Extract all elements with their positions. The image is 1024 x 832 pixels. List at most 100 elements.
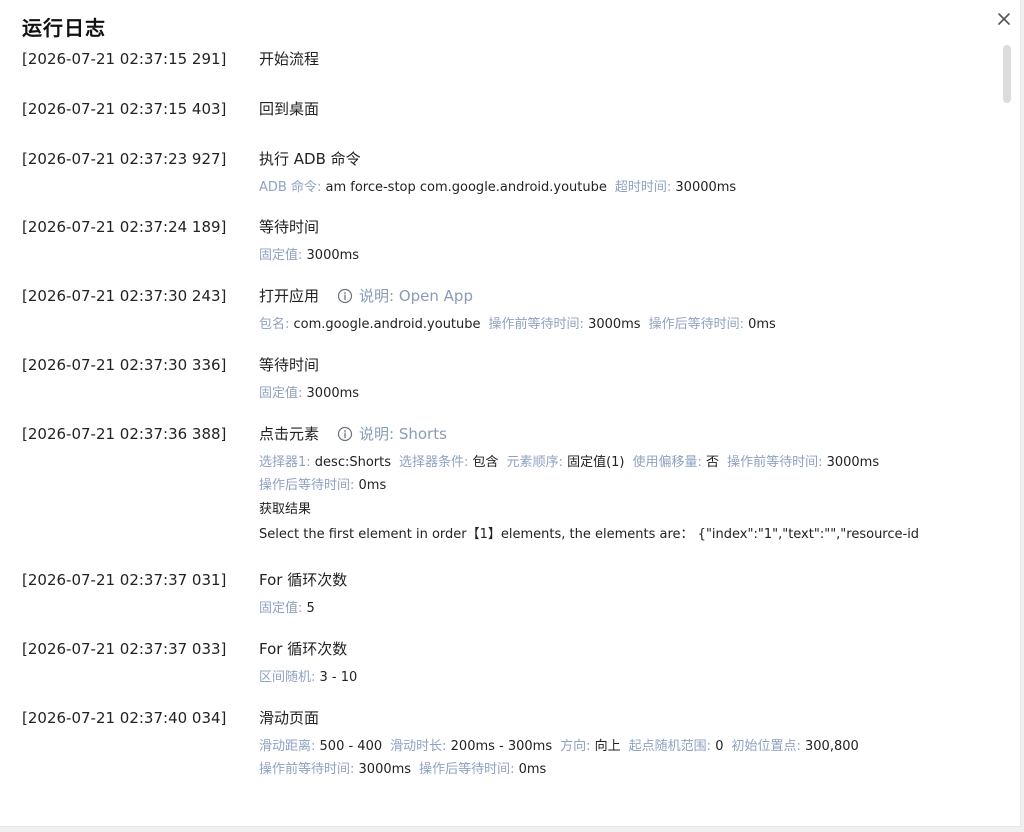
log-body: 点击元素 说明: Shorts 选择器1: desc:Shorts 选择器条件: 包含… [259,424,1000,570]
detail-key: 方向: [560,739,591,754]
log-body: 等待时间固定值: 3000ms [259,355,1000,424]
detail-key: 操作后等待时间: [648,317,744,332]
detail-key: 滑动距离: [259,739,316,754]
detail-value: 向上 [594,739,621,754]
detail-value: 0ms [518,762,547,777]
detail-key: 固定值: [259,601,303,616]
log-head: For 循环次数 [259,570,1000,590]
log-timestamp: [2026-07-21 02:37:23 927] [22,150,227,168]
detail-key: 选择器条件: [399,455,469,470]
log-action-title: 回到桌面 [259,100,320,118]
detail-key: ADB 命令: [259,180,322,195]
log-head: 滑动页面 [259,708,1000,728]
detail-value: 3 - 10 [319,670,358,685]
detail-key: 固定值: [259,248,303,263]
detail-value: com.google.android.youtube [293,317,481,332]
log-timestamp: [2026-07-21 02:37:24 189] [22,218,227,236]
scrollbar-thumb[interactable] [1003,45,1011,103]
log-entry: [2026-07-21 02:37:15 291] 开始流程 [0,49,1000,99]
log-detail-line1: 固定值: 3000ms [259,244,1000,267]
log-action-title: 等待时间 [259,356,320,374]
log-entry: [2026-07-21 02:37:15 403] 回到桌面 [0,99,1000,149]
detail-value: 200ms - 300ms [450,739,553,754]
log-timestamp: [2026-07-21 02:37:37 031] [22,571,227,589]
log-detail-line1: 固定值: 3000ms [259,382,1000,405]
dialog-title: 运行日志 [22,16,106,40]
detail-key: 操作前等待时间: [488,317,584,332]
detail-key: 操作前等待时间: [259,762,355,777]
detail-value: 300,800 [805,739,859,754]
log-timestamp: [2026-07-21 02:37:40 034] [22,709,227,727]
log-detail-line1: 选择器1: desc:Shorts 选择器条件: 包含 元素顺序: 固定值(1) 使用… [259,451,1000,474]
log-entry: [2026-07-21 02:37:24 189] 等待时间固定值: 3000ms [0,217,1000,286]
detail-value: 3000ms [306,248,360,263]
log-note-text: 说明: Open App [359,287,473,305]
log-body: 开始流程 [259,49,1000,99]
detail-value: 固定值(1) [567,455,625,470]
log-action-title: For 循环次数 [259,640,348,658]
log-entry: [2026-07-21 02:37:30 336] 等待时间固定值: 3000ms [0,355,1000,424]
log-timestamp: [2026-07-21 02:37:15 403] [22,100,227,118]
log-body: For 循环次数 区间随机: 3 - 10 [259,639,1000,708]
detail-value: 0ms [358,478,387,493]
log-note: 说明: Shorts [337,424,447,444]
detail-key: 包名: [259,317,290,332]
log-timestamp: [2026-07-21 02:37:30 336] [22,356,227,374]
close-button[interactable] [994,9,1014,29]
detail-key: 初始位置点: [731,739,801,754]
log-body: 打开应用 说明: Open App 包名: com.google.android.y… [259,286,1000,355]
detail-value: am force-stop com.google.android.youtube [325,180,607,195]
detail-key: 操作后等待时间: [419,762,515,777]
log-detail-line1: ADB 命令: am force-stop com.google.android… [259,176,1000,199]
log-head: For 循环次数 [259,639,1000,659]
detail-key: 滑动时长: [390,739,447,754]
scrollbar[interactable] [1003,45,1011,825]
log-list: [2026-07-21 02:37:15 291] 开始流程 [2026-07-21… [0,49,1000,788]
log-head: 打开应用 说明: Open App [259,286,1000,306]
detail-value: 3000ms [588,317,641,332]
log-action-title: 等待时间 [259,218,320,236]
detail-value: 5 [306,601,315,616]
info-circle-icon [337,288,353,304]
close-icon [998,13,1010,25]
detail-value: 0ms [748,317,776,332]
detail-value: 否 [706,455,720,470]
detail-key: 元素顺序: [506,455,563,470]
log-head: 回到桌面 [259,99,1000,119]
detail-value: 30000ms [675,180,737,195]
run-log-dialog: 运行日志 [2026-07-21 02:37:15 291] 开始流程 [2026-… [0,0,1021,827]
log-entry: [2026-07-21 02:37:37 031] For 循环次数 固定值: 5 [0,570,1000,639]
log-entry: [2026-07-21 02:37:30 243] 打开应用 说明: Open Ap… [0,286,1000,355]
log-action-title: 点击元素 [259,425,320,443]
detail-value: 0 [715,739,724,754]
log-body: 执行 ADB 命令 ADB 命令: am force-stop com.googl… [259,149,1000,217]
detail-value: 500 - 400 [319,739,383,754]
detail-value: 3000ms [358,762,412,777]
result-label: 获取结果 [259,502,312,517]
log-entry: [2026-07-21 02:37:40 034] 滑动页面滑动距离: 500 -… [0,708,1000,788]
log-head: 等待时间 [259,355,1000,375]
log-detail-line2: 操作前等待时间: 3000ms 操作后等待时间: 0ms [259,758,1000,781]
log-action-title: 滑动页面 [259,709,320,727]
result-text: Select the first element in order【1】elem… [259,527,919,542]
log-detail-line1: 固定值: 5 [259,597,1000,620]
log-entry: [2026-07-21 02:37:37 033] For 循环次数 区间随机: 3… [0,639,1000,708]
log-body: 滑动页面滑动距离: 500 - 400 滑动时长: 200ms - 300ms 方向… [259,708,1000,788]
log-entry: [2026-07-21 02:37:23 927] 执行 ADB 命令 ADB 命令… [0,149,1000,217]
log-action-title: 打开应用 [259,287,320,305]
log-head: 点击元素 说明: Shorts [259,424,1000,444]
detail-value: 3000ms [826,455,880,470]
detail-key: 操作后等待时间: [259,478,355,493]
log-note-text: 说明: Shorts [359,425,447,443]
log-head: 执行 ADB 命令 [259,149,1000,169]
log-body: 回到桌面 [259,99,1000,149]
detail-key: 操作前等待时间: [727,455,823,470]
detail-key: 选择器1: [259,455,311,470]
log-detail-line1: 滑动距离: 500 - 400 滑动时长: 200ms - 300ms 方向: 向上… [259,735,1000,758]
detail-value: desc:Shorts [314,455,392,470]
log-head: 开始流程 [259,49,1000,69]
detail-key: 固定值: [259,386,303,401]
info-circle-icon [337,426,353,442]
detail-key: 超时时间: [614,180,672,195]
log-timestamp: [2026-07-21 02:37:36 388] [22,425,227,443]
